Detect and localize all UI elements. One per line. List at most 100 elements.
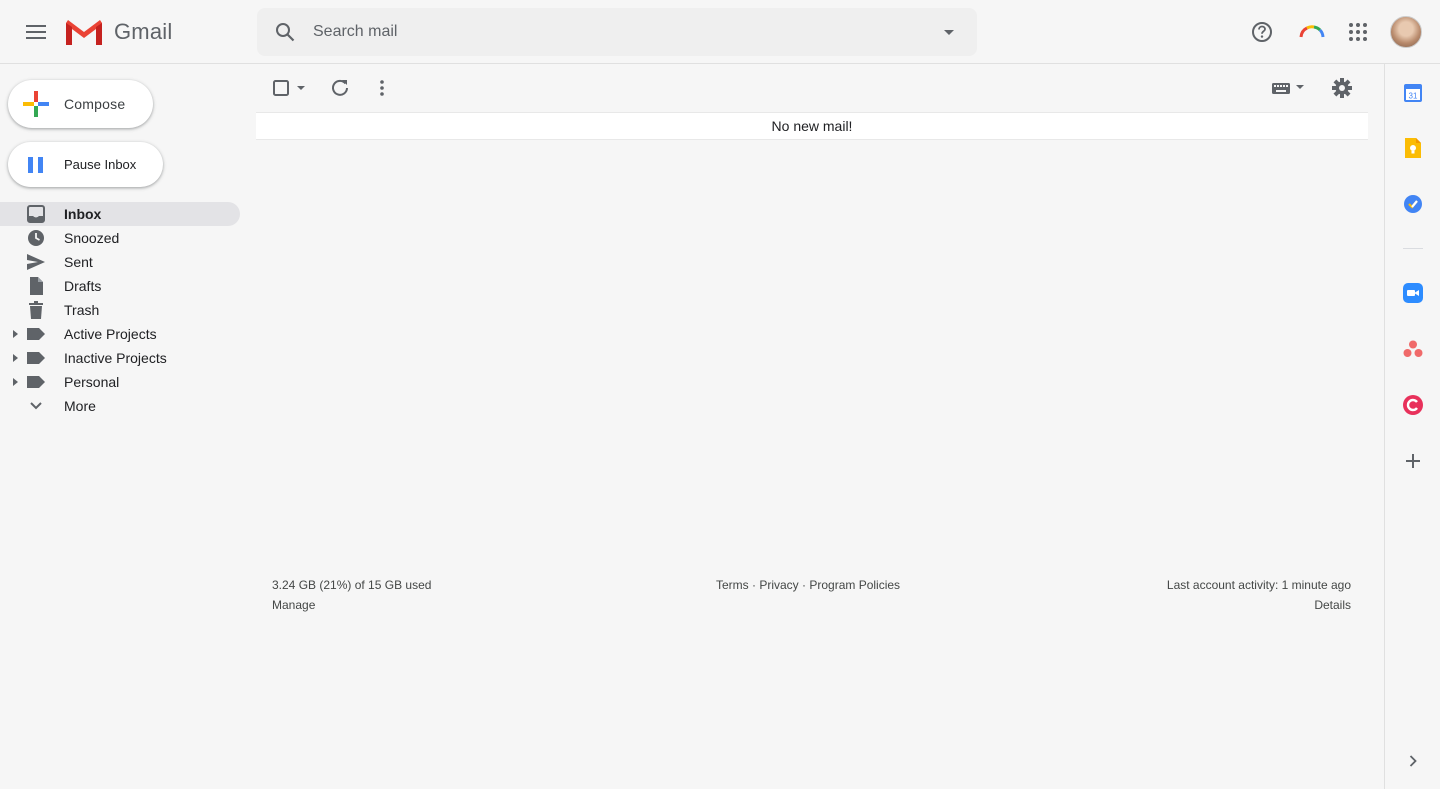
pause-icon [28,156,43,173]
empty-inbox-message: No new mail! [771,118,853,134]
checkbox-caret-icon [273,80,305,96]
show-side-panel-button[interactable] [1398,746,1428,776]
label-icon [27,376,45,388]
refresh-button[interactable] [328,76,352,100]
apps-grid-icon [1349,23,1367,41]
help-button[interactable] [1238,8,1286,56]
nav-item-trash[interactable]: Trash [0,298,240,322]
search-icon [276,23,295,42]
search-bar[interactable] [257,8,977,56]
clock-icon [28,230,44,246]
gmail-m-icon [66,20,102,45]
tasks-icon [1404,195,1422,213]
nav-item-sent[interactable]: Sent [0,250,240,274]
add-icon [1406,454,1420,468]
tasks-button[interactable] [1398,189,1428,219]
brand-app-button[interactable] [1288,8,1336,56]
panel-divider [1403,248,1423,249]
main-menu-button[interactable] [12,8,60,56]
nav-item-inactive-projects[interactable]: Inactive Projects [0,346,240,370]
calendar-day: 31 [1409,92,1418,101]
search-input[interactable] [313,23,921,41]
nav-item-active-projects[interactable]: Active Projects [0,322,240,346]
nav-label: More [64,398,96,414]
pink-app-button[interactable] [1398,390,1428,420]
zoom-icon [1403,283,1423,303]
compose-button[interactable]: Compose [8,80,153,128]
expand-arrow-icon[interactable] [10,377,20,387]
more-vert-icon [380,80,384,96]
mail-toolbar [256,64,1368,112]
nav-label: Personal [64,374,120,390]
nav-label: Inbox [64,206,102,222]
help-icon [1252,22,1272,42]
folder-nav: Inbox Snoozed Sent Drafts Trash Active P… [0,202,240,418]
pause-inbox-label: Pause Inbox [64,157,137,172]
expand-arrow-icon[interactable] [10,353,20,363]
pause-inbox-button[interactable]: Pause Inbox [8,142,163,187]
gmail-logo[interactable]: Gmail [64,16,172,48]
search-options-button[interactable] [921,8,977,56]
app-name: Gmail [114,19,173,44]
nav-label: Drafts [64,278,102,294]
nav-item-inbox[interactable]: Inbox [0,202,240,226]
link-separator: · [798,578,810,592]
google-apps-button[interactable] [1334,8,1382,56]
trash-icon [29,301,43,319]
asana-icon [1403,340,1423,357]
zoom-button[interactable] [1398,278,1428,308]
terms-link[interactable]: Terms [716,578,749,592]
more-options-button[interactable] [370,76,394,100]
nav-item-personal[interactable]: Personal [0,370,240,394]
rainbow-arc-icon [1299,25,1325,38]
hamburger-menu-icon [26,25,46,39]
top-bar: Gmail [0,0,1440,64]
compose-label: Compose [64,96,126,112]
link-separator: · [748,578,760,592]
nav-item-more[interactable]: More [0,394,240,418]
nav-item-drafts[interactable]: Drafts [0,274,240,298]
nav-label: Inactive Projects [64,350,167,366]
caret-down-icon [944,29,954,35]
get-addons-button[interactable] [1398,446,1428,476]
side-panel: 31 [1384,64,1440,789]
select-all-checkbox[interactable] [272,78,312,98]
mail-list: No new mail! [256,112,1368,140]
pink-app-icon [1403,395,1423,415]
asana-button[interactable] [1398,334,1428,364]
nav-item-snoozed[interactable]: Snoozed [0,226,240,250]
account-avatar[interactable] [1390,16,1422,48]
keep-button[interactable] [1398,133,1428,163]
last-activity: Last account activity: 1 minute ago [1166,578,1351,592]
expand-arrow-icon[interactable] [10,329,20,339]
inbox-icon [27,205,45,223]
program-policies-link[interactable]: Program Policies [809,578,900,592]
chevron-down-icon [30,402,42,410]
privacy-link[interactable]: Privacy [759,578,798,592]
nav-label: Trash [64,302,100,318]
storage-usage: 3.24 GB (21%) of 15 GB used [272,578,432,592]
label-icon [27,328,45,340]
send-icon [27,254,45,270]
footer-links: Terms · Privacy · Program Policies [716,578,900,592]
compose-plus-wrap [8,80,64,128]
chevron-right-icon [1409,755,1417,767]
pause-icon-wrap [8,142,64,187]
nav-label: Active Projects [64,326,157,342]
search-button[interactable] [257,8,313,56]
settings-button[interactable] [1330,76,1354,100]
manage-storage-link[interactable]: Manage [272,598,315,612]
keyboard-caret-icon [1272,83,1304,94]
input-tools-button[interactable] [1270,78,1310,98]
nav-label: Snoozed [64,230,120,246]
calendar-button[interactable]: 31 [1398,78,1428,108]
label-icon [27,352,45,364]
plus-multicolor-icon [23,91,49,117]
nav-label: Sent [64,254,93,270]
gear-icon [1332,78,1352,98]
activity-details-link[interactable]: Details [1314,598,1351,612]
draft-icon [30,277,43,295]
calendar-icon: 31 [1404,84,1422,102]
refresh-icon [332,79,348,96]
keep-icon [1405,138,1421,158]
